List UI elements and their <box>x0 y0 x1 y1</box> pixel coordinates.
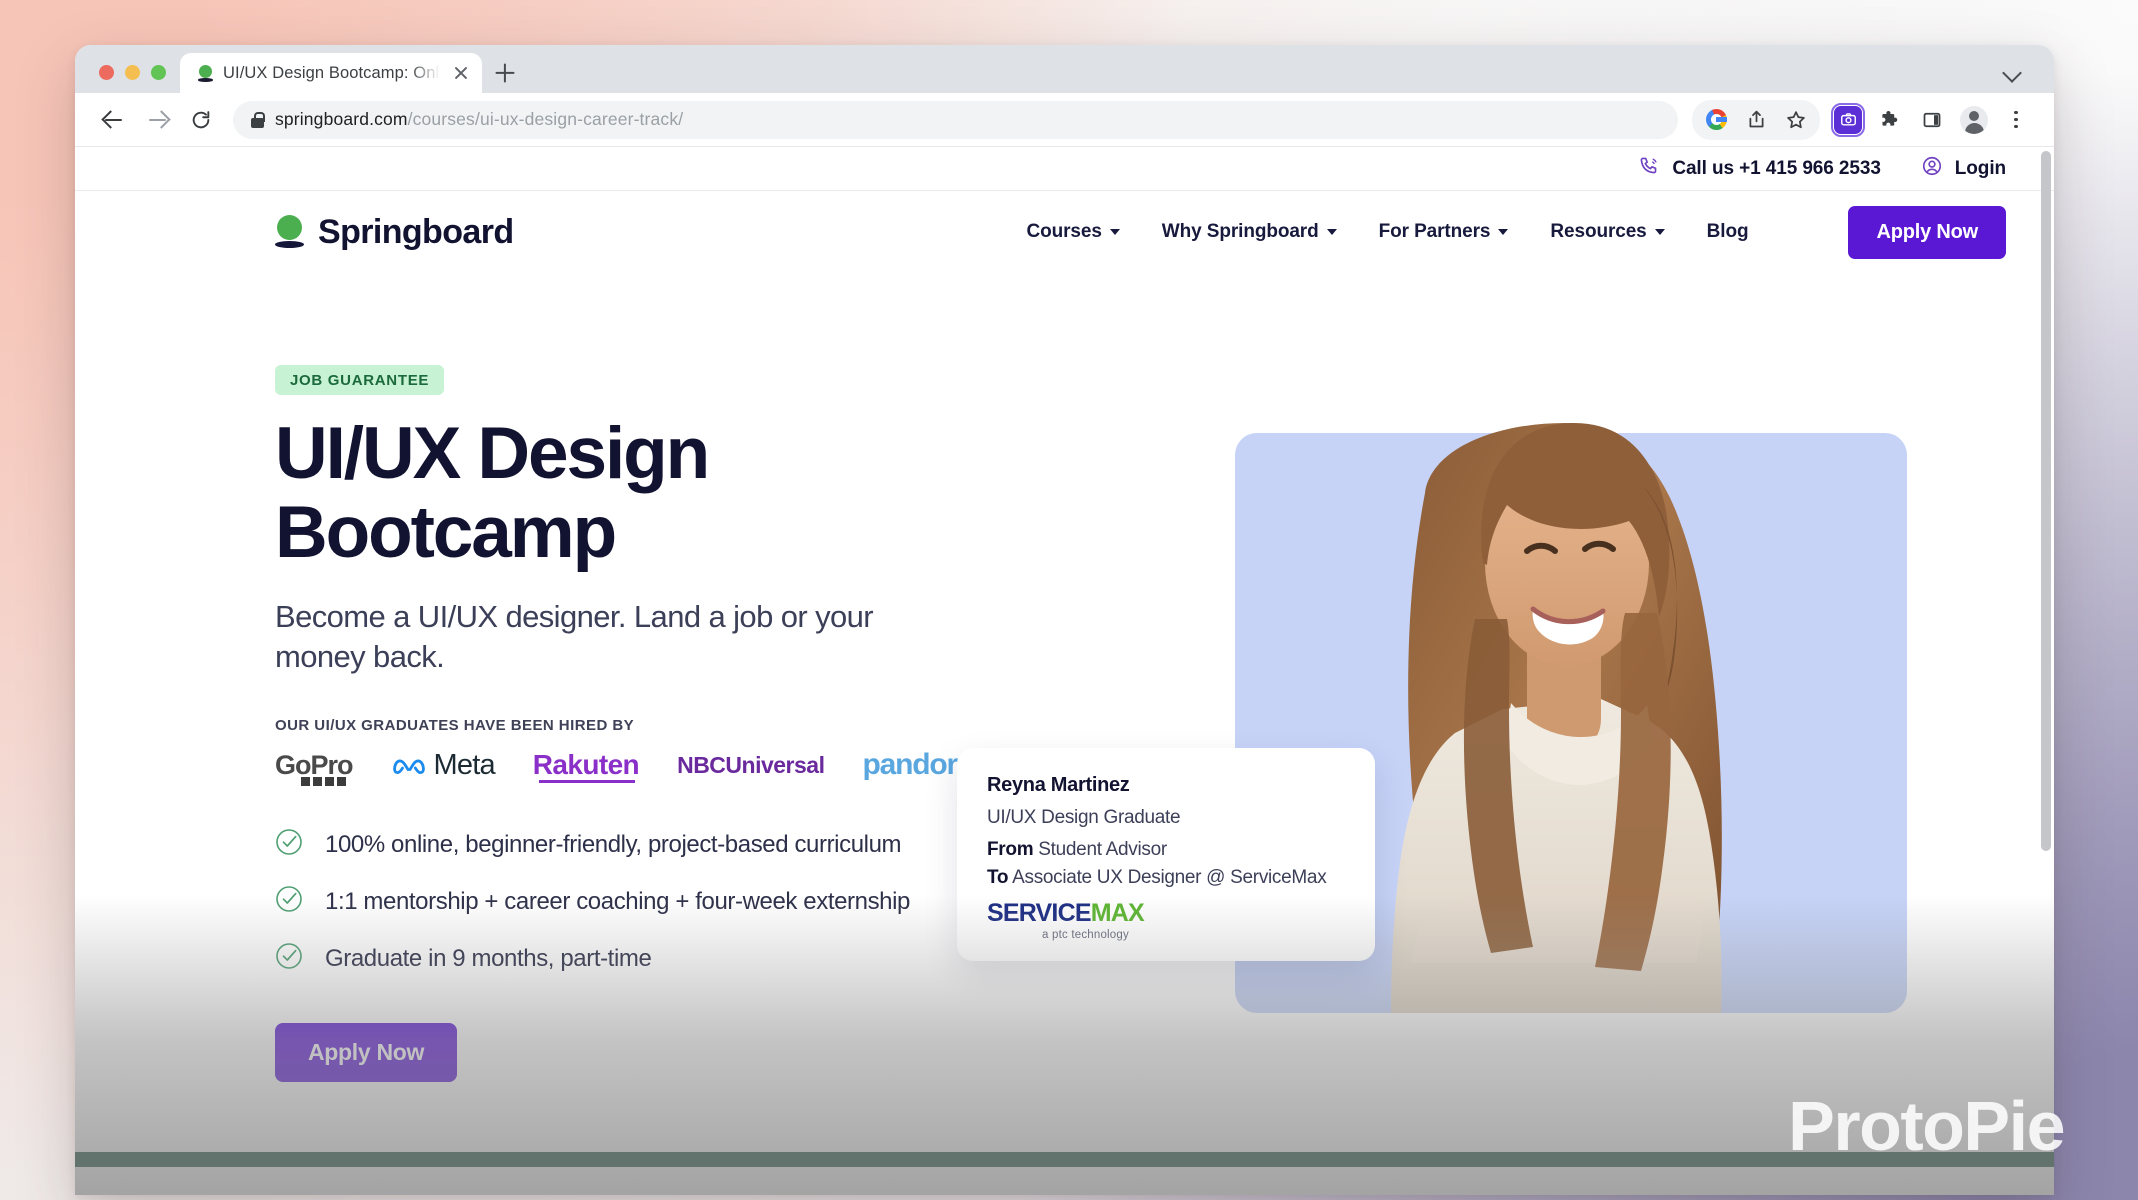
nav-item-for-partners[interactable]: For Partners <box>1379 221 1509 243</box>
lock-icon <box>251 111 265 128</box>
nav-item-courses[interactable]: Courses <box>1026 221 1120 243</box>
reload-icon[interactable] <box>181 100 221 140</box>
chevron-down-icon <box>1326 229 1337 235</box>
profile-avatar-icon[interactable] <box>1954 100 1994 140</box>
nav-label: Why Springboard <box>1161 221 1319 242</box>
toolbar-pill <box>1692 99 1820 140</box>
call-us-link[interactable]: Call us +1 415 966 2533 <box>1638 155 1881 183</box>
chevron-down-icon <box>1654 229 1665 235</box>
nav-links: Courses Why Springboard For Partners Res… <box>1026 205 2006 259</box>
title-line-1: UI/UX Design <box>275 413 710 494</box>
chrome-menu-kebab-icon[interactable] <box>1996 100 2036 140</box>
browser-tab[interactable]: UI/UX Design Bootcamp: Online <box>180 53 482 93</box>
hero-content: JOB GUARANTEE UI/UX Design Bootcamp Beco… <box>275 313 1135 1083</box>
new-tab-button[interactable] <box>482 53 528 93</box>
from-label: From <box>987 839 1034 860</box>
tab-strip: UI/UX Design Bootcamp: Online <box>75 45 2054 93</box>
chevron-down-icon[interactable] <box>1998 61 2028 83</box>
nav-label: For Partners <box>1378 221 1491 242</box>
utility-bar: Call us +1 415 966 2533 Login <box>75 147 2054 191</box>
hero-media: Reyna Martinez UI/UX Design Graduate Fro… <box>957 313 2054 1082</box>
servicemax-logo: SERVICEMAX a ptc technology <box>987 899 1345 942</box>
feature-label: 1:1 mentorship + career coaching + four-… <box>325 887 910 915</box>
page-scrollbar[interactable] <box>2041 151 2051 1191</box>
screenshot-extension-icon[interactable] <box>1828 100 1868 140</box>
address-bar[interactable]: springboard.com/courses/ui-ux-design-car… <box>233 100 1678 139</box>
bookmark-star-icon[interactable] <box>1776 100 1816 140</box>
address-bar-url: springboard.com/courses/ui-ux-design-car… <box>275 109 684 129</box>
scrollbar-thumb[interactable] <box>2041 151 2051 851</box>
maximize-window-button[interactable] <box>151 65 166 80</box>
extensions-puzzle-icon[interactable] <box>1870 100 1910 140</box>
side-panel-icon[interactable] <box>1912 100 1952 140</box>
hero-section: JOB GUARANTEE UI/UX Design Bootcamp Beco… <box>75 273 2054 1083</box>
to-label: To <box>987 867 1009 888</box>
login-label: Login <box>1954 157 2006 179</box>
feature-label: Graduate in 9 months, part-time <box>325 944 652 972</box>
tab-title: UI/UX Design Bootcamp: Online <box>223 63 440 82</box>
browser-window: UI/UX Design Bootcamp: Online springboar… <box>75 45 2054 1195</box>
pandora-logo: pandora <box>862 748 973 782</box>
chevron-down-icon <box>1109 229 1120 235</box>
springboard-mark-icon <box>275 215 304 249</box>
student-photo <box>1391 422 1722 1013</box>
apply-now-header-button[interactable]: Apply Now <box>1848 205 2006 259</box>
close-window-button[interactable] <box>99 65 114 80</box>
nav-label: Resources <box>1550 221 1647 242</box>
window-traffic-lights <box>75 65 180 93</box>
springboard-favicon-icon <box>198 65 213 82</box>
meta-logo: Meta <box>391 749 496 782</box>
testimonial-card: Reyna Martinez UI/UX Design Graduate Fro… <box>957 748 1375 961</box>
hired-by-label: OUR UI/UX GRADUATES HAVE BEEN HIRED BY <box>275 717 635 735</box>
springboard-logo[interactable]: Springboard <box>275 213 514 252</box>
hero-subtitle: Become a UI/UX designer. Land a job or y… <box>275 598 874 674</box>
minimize-window-button[interactable] <box>125 65 140 80</box>
job-guarantee-badge: JOB GUARANTEE <box>275 365 445 395</box>
testimonial-to: To Associate UX Designer @ ServiceMax <box>987 867 1345 889</box>
phone-icon <box>1638 155 1660 183</box>
page-title: UI/UX Design Bootcamp <box>275 413 1135 573</box>
google-search-icon[interactable] <box>1696 100 1736 140</box>
gopro-logo: GoPro <box>275 750 354 786</box>
page-footer-band <box>75 1152 2054 1167</box>
rakuten-logo: Rakuten <box>533 749 640 784</box>
check-circle-icon <box>275 942 303 975</box>
feature-label: 100% online, beginner-friendly, project-… <box>325 830 902 858</box>
page-viewport: Call us +1 415 966 2533 Login Springboar… <box>75 147 2054 1195</box>
to-value: Associate UX Designer @ ServiceMax <box>1012 867 1327 888</box>
check-circle-icon <box>275 885 303 918</box>
servicemax-tagline: a ptc technology <box>1042 929 1129 941</box>
login-link[interactable]: Login <box>1921 155 2006 183</box>
apply-now-hero-button[interactable]: Apply Now <box>275 1023 458 1083</box>
brand-name: Springboard <box>318 212 514 251</box>
testimonial-from: From Student Advisor <box>987 839 1345 861</box>
nav-item-resources[interactable]: Resources <box>1550 221 1665 243</box>
back-arrow-icon[interactable] <box>93 100 133 140</box>
nbcuniversal-logo: NBCUniversal <box>677 751 825 778</box>
nav-label: Courses <box>1026 221 1102 242</box>
testimonial-role: UI/UX Design Graduate <box>987 807 1181 828</box>
nav-item-why-springboard[interactable]: Why Springboard <box>1162 221 1337 243</box>
chevron-down-icon <box>1498 229 1509 235</box>
title-line-2: Bootcamp <box>275 491 617 573</box>
servicemax-part-1: SERVICE <box>987 899 1092 927</box>
main-navigation: Springboard Courses Why Springboard For … <box>75 191 2054 273</box>
from-value: Student Advisor <box>1038 839 1167 860</box>
nav-label: Blog <box>1706 221 1749 242</box>
nav-item-blog[interactable]: Blog <box>1707 221 1749 243</box>
check-circle-icon <box>275 828 303 861</box>
toolbar-icon-group <box>1692 99 2036 140</box>
testimonial-name: Reyna Martinez <box>987 774 1130 796</box>
user-circle-icon <box>1921 155 1943 183</box>
close-tab-icon[interactable] <box>450 62 472 84</box>
browser-toolbar: springboard.com/courses/ui-ux-design-car… <box>75 93 2054 147</box>
share-icon[interactable] <box>1736 100 1776 140</box>
springboard-page: Call us +1 415 966 2533 Login Springboar… <box>75 147 2054 1195</box>
servicemax-part-2: MAX <box>1090 899 1145 927</box>
call-us-label: Call us +1 415 966 2533 <box>1672 157 1881 179</box>
forward-arrow-icon[interactable] <box>137 100 177 140</box>
meta-infinity-icon <box>392 759 425 775</box>
